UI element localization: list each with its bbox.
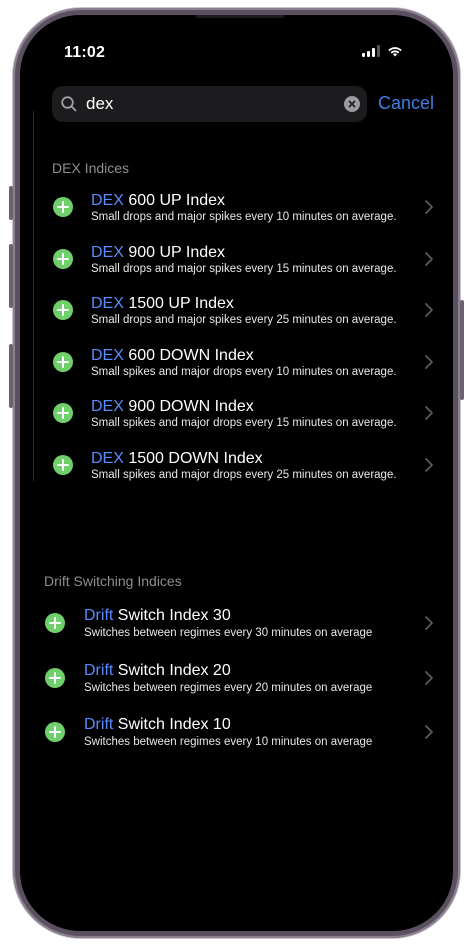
chevron-right-icon: [425, 616, 433, 630]
wifi-icon: [388, 47, 402, 57]
chevron-right-icon: [425, 406, 433, 420]
search-bar[interactable]: [52, 86, 367, 122]
list-item-title-text: 900 DOWN Index: [123, 398, 254, 415]
list-item-subtitle: Small spikes and major drops every 25 mi…: [91, 468, 397, 481]
search-highlight: DEX: [91, 192, 124, 209]
search-highlight: DEX: [91, 243, 124, 261]
list-item-title-text: 1500 DOWN Index: [123, 449, 263, 467]
chevron-right-icon: [425, 303, 433, 317]
list-item[interactable]: DEX 1500 UP Index Small drops and major s…: [20, 284, 453, 336]
add-button[interactable]: [53, 197, 73, 217]
add-button[interactable]: [53, 351, 73, 372]
list-item-subtitle: Switches between regimes every 30 minute…: [84, 627, 373, 639]
dynamic-island: [195, 15, 285, 18]
list-item-title-text: 600 DOWN Index: [123, 346, 254, 364]
list-item-title: DEX 600 DOWN Index: [91, 347, 254, 365]
list-item[interactable]: DEX 1500 DOWN Index Small spikes and majo…: [20, 439, 453, 491]
chevron-right-icon: [425, 251, 433, 266]
add-button[interactable]: [53, 300, 73, 320]
chevron-right-icon: [425, 725, 433, 739]
plus-icon: [57, 458, 69, 471]
plus-icon: [49, 726, 61, 738]
list-item-subtitle: Small spikes and major drops every 10 mi…: [91, 365, 397, 378]
cancel-button[interactable]: Cancel: [378, 93, 434, 114]
power-button: [460, 300, 464, 400]
volume-up-button: [9, 244, 13, 308]
chevron-right-icon: [425, 457, 433, 472]
list-item-title-text: 600 UP Index: [123, 192, 226, 209]
list-item[interactable]: DEX 600 UP Index Small drops and major sp…: [20, 181, 453, 233]
list-item[interactable]: Drift Switch Index 10 Switches between re…: [20, 704, 453, 756]
search-highlight: Drift: [84, 661, 114, 679]
status-time: 11:02: [64, 44, 106, 61]
list-item[interactable]: Drift Switch Index 20 Switches between re…: [20, 650, 453, 702]
search-highlight: Drift: [84, 716, 114, 733]
search-highlight: DEX: [91, 398, 124, 415]
list-item-title: Drift Switch Index 10: [84, 716, 231, 734]
list-item-title: Drift Switch Index 30: [84, 607, 231, 625]
list-item[interactable]: DEX 900 UP Index Small drops and major sp…: [20, 233, 453, 285]
search-highlight: DEX: [91, 346, 124, 364]
list-item-title-text: 900 UP Index: [123, 243, 226, 261]
search-highlight: Drift: [84, 607, 114, 624]
chevron-right-icon: [425, 670, 433, 685]
plus-icon: [49, 617, 61, 629]
list-item-subtitle: Small spikes and major drops every 15 mi…: [91, 417, 397, 429]
list-item[interactable]: Drift Switch Index 30 Switches between re…: [20, 595, 453, 647]
list-item-title: DEX 1500 DOWN Index: [91, 450, 263, 468]
list-item-subtitle: Switches between regimes every 20 minute…: [84, 681, 373, 694]
screen: 11:02 Cancel DEX Indices Drift Switching…: [20, 15, 453, 931]
list-item[interactable]: DEX 900 DOWN Index Small spikes and major…: [20, 387, 453, 439]
list-item-title: DEX 900 UP Index: [91, 244, 225, 262]
close-icon: [348, 100, 356, 108]
list-item-title: DEX 600 UP Index: [91, 192, 225, 210]
list-item-title-text: 1500 UP Index: [123, 295, 234, 312]
volume-down-button: [9, 344, 13, 408]
search-highlight: DEX: [91, 295, 124, 312]
action-button: [9, 186, 13, 220]
status-icons: [362, 45, 404, 57]
add-button[interactable]: [45, 667, 65, 688]
list-item-subtitle: Small drops and major spikes every 25 mi…: [91, 314, 397, 326]
search-icon: [61, 96, 77, 112]
plus-icon: [49, 671, 61, 684]
plus-icon: [57, 304, 69, 316]
chevron-right-icon: [425, 354, 433, 369]
list-item-subtitle: Switches between regimes every 10 minute…: [84, 736, 373, 748]
section-title-dex: DEX Indices: [52, 160, 130, 176]
list-item-title: DEX 1500 UP Index: [91, 295, 234, 313]
clear-search-button[interactable]: [344, 96, 360, 112]
chevron-right-icon: [425, 200, 433, 214]
plus-icon: [57, 407, 69, 419]
search-highlight: DEX: [91, 449, 124, 467]
add-button[interactable]: [45, 613, 65, 633]
list-item-title-text: Switch Index 30: [113, 607, 231, 624]
add-button[interactable]: [45, 722, 65, 742]
add-button[interactable]: [53, 248, 73, 269]
plus-icon: [57, 252, 69, 265]
add-button[interactable]: [53, 403, 73, 423]
list-item-title: Drift Switch Index 20: [84, 662, 231, 680]
list-item-title: DEX 900 DOWN Index: [91, 398, 254, 416]
search-input[interactable]: [84, 93, 338, 115]
list-item-subtitle: Small drops and major spikes every 10 mi…: [91, 211, 397, 223]
list-item[interactable]: DEX 600 DOWN Index Small spikes and major…: [20, 336, 453, 388]
plus-icon: [57, 201, 69, 213]
list-item-subtitle: Small drops and major spikes every 15 mi…: [91, 262, 397, 275]
cellular-signal-icon: [362, 45, 380, 57]
list-item-title-text: Switch Index 20: [113, 661, 231, 679]
section-title-drift: Drift Switching Indices: [44, 573, 182, 589]
plus-icon: [57, 355, 69, 368]
list-item-title-text: Switch Index 10: [113, 716, 231, 733]
add-button[interactable]: [53, 454, 73, 475]
